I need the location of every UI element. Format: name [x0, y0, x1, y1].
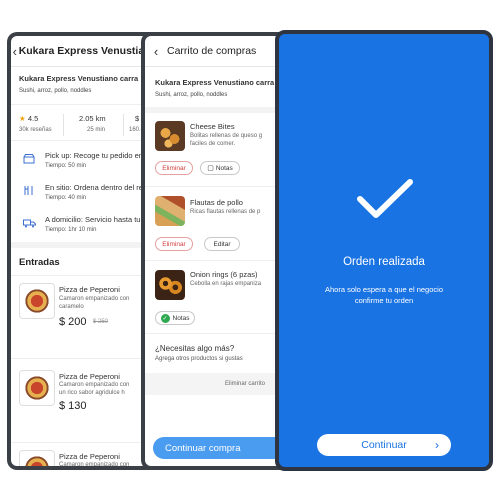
- notes-button[interactable]: ▢ Notas: [200, 161, 240, 175]
- cart-item-name: Cheese Bites: [190, 122, 235, 131]
- reviews-count: 30k reseñas: [19, 127, 52, 133]
- pizza-image[interactable]: [19, 450, 55, 466]
- section-title: Entradas: [19, 257, 60, 268]
- store-icon: [23, 154, 37, 166]
- confirmation-message-1: Ahora solo espera a que el negocio: [324, 285, 443, 294]
- restaurant-screen: ‹ Kukara Express Venustiano Kukara Expre…: [7, 32, 157, 470]
- pizza-image[interactable]: [19, 283, 55, 319]
- option-delivery-title[interactable]: A domicilio: Servicio hasta tu: [45, 215, 140, 224]
- menu-item-name[interactable]: Pizza de Peperoni: [59, 285, 120, 294]
- restaurant-name: Kukara Express Venustiano carra: [19, 74, 139, 83]
- option-pickup-time: Tiempo: 50 min: [45, 163, 87, 169]
- upsell-subtitle[interactable]: Agrega otros productos si gustas: [155, 356, 243, 362]
- restaurant-name: Kukara Express Venustiano carra: [155, 78, 275, 87]
- menu-item-desc: Camaron empanizado con: [59, 382, 130, 388]
- notes-label: Notas: [172, 314, 190, 322]
- back-arrow-icon[interactable]: ‹: [145, 44, 167, 59]
- back-arrow-icon[interactable]: ‹: [11, 44, 19, 59]
- confirmation-message-2: confirme tu orden: [354, 296, 414, 305]
- continue-button[interactable]: Continuar ›: [317, 434, 451, 456]
- restaurant-tags: Sushi, arroz, pollo, noddles: [19, 88, 92, 94]
- page-title: Kukara Express Venustiano: [18, 45, 157, 57]
- menu-item-old-price: $ 250: [93, 319, 109, 325]
- cart-screen: ‹ Carrito de compras Kukara Express Venu…: [141, 32, 283, 470]
- menu-item-price: $ 130: [59, 400, 87, 412]
- chevron-right-icon: ›: [435, 438, 439, 452]
- cart-item-desc: Bolitas rellenas de queso g: [190, 133, 263, 139]
- rating-value: 4.5: [27, 114, 39, 123]
- delivery-time: 25 min: [87, 127, 106, 133]
- continue-label: Continuar: [361, 439, 407, 451]
- option-pickup-title[interactable]: Pick up: Recoge tu pedido en: [45, 151, 143, 160]
- check-icon: [357, 179, 413, 218]
- flautas-image: [155, 196, 185, 226]
- pizza-image[interactable]: [19, 370, 55, 406]
- menu-item-name[interactable]: Pizza de Peperoni: [59, 452, 120, 461]
- onion-rings-image: [155, 270, 185, 300]
- confirmation-title: Orden realizada: [343, 256, 425, 268]
- check-icon: ✓: [160, 313, 170, 323]
- cheese-bites-image: [155, 121, 185, 151]
- remove-button[interactable]: Eliminar: [155, 237, 193, 251]
- edit-button[interactable]: Editar: [204, 237, 240, 251]
- restaurant-header: ‹ Kukara Express Venustiano: [11, 36, 157, 67]
- cart-header: ‹ Carrito de compras: [145, 36, 283, 67]
- cart-item-desc-2: faciles de comer.: [190, 141, 236, 147]
- option-delivery-time: Tiempo: 1hr 10 min: [45, 227, 97, 233]
- menu-item-desc: Camaron empanizado con: [59, 462, 130, 468]
- cart-item-name: Onion rings (6 pzas): [190, 270, 258, 279]
- rating: ★ 4.5: [19, 114, 38, 123]
- cart-item-name: Flautas de pollo: [190, 198, 243, 207]
- notes-button[interactable]: ✓ Notas: [155, 311, 195, 325]
- order-confirmation-screen: Orden realizada Ahora solo espera a que …: [275, 30, 493, 471]
- menu-item-price: $ 200: [59, 316, 87, 328]
- upsell-title: ¿Necesitas algo más?: [155, 344, 235, 353]
- remove-button[interactable]: Eliminar: [155, 161, 193, 175]
- page-title: Carrito de compras: [167, 45, 257, 57]
- restaurant-tags: Sushi, arroz, pollo, noddles: [155, 92, 228, 98]
- clear-cart-link[interactable]: Eliminar carrito: [225, 381, 265, 387]
- cart-item-desc: Ricas flautas rellenas de p: [190, 209, 261, 215]
- menu-item-desc-2: caramelo: [59, 304, 84, 310]
- cart-item-desc: Cebolla en rajas empaniza: [190, 281, 262, 287]
- menu-item-desc-2: un rico sabor agridulce h: [59, 390, 125, 396]
- menu-item-desc: Camaron empanizado con: [59, 296, 130, 302]
- distance: 2.05 km: [79, 114, 106, 123]
- option-dinein-title[interactable]: En sitio: Ordena dentro del re: [45, 183, 143, 192]
- dine-in-icon: [23, 185, 37, 197]
- menu-item-name[interactable]: Pizza de Peperoni: [59, 372, 120, 381]
- option-dinein-time: Tiempo: 40 min: [45, 195, 87, 201]
- star-icon: ★: [19, 114, 26, 123]
- notes-label: Notas: [215, 164, 233, 172]
- delivery-truck-icon: [23, 219, 37, 231]
- price-level: $: [135, 114, 140, 123]
- note-icon: ▢: [207, 165, 214, 172]
- continue-purchase-button[interactable]: Continuar compra: [153, 437, 283, 459]
